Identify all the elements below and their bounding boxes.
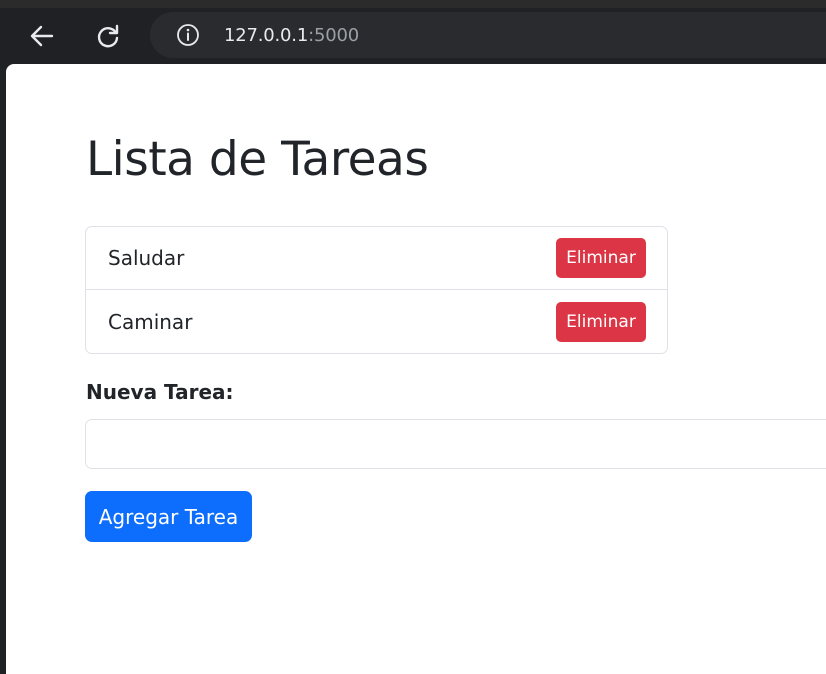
url-text: 127.0.0.1:5000 [224,25,359,46]
new-task-input[interactable] [85,419,826,469]
task-item: Saludar Eliminar [86,227,667,290]
back-button[interactable] [20,14,64,58]
info-icon[interactable] [176,23,200,47]
task-list: Saludar Eliminar Caminar Eliminar [85,226,668,354]
tab-strip [0,0,826,8]
url-port: :5000 [308,24,359,46]
task-text: Saludar [108,246,185,270]
address-bar[interactable]: 127.0.0.1:5000 [150,12,826,58]
url-host: 127.0.0.1 [224,24,309,46]
delete-button[interactable]: Eliminar [556,238,646,278]
task-text: Caminar [108,309,193,334]
delete-button[interactable]: Eliminar [556,301,646,342]
arrow-left-icon [30,25,54,47]
add-task-button[interactable]: Agregar Tarea [85,491,252,542]
page-content: Lista de Tareas Saludar Eliminar Caminar… [6,64,826,674]
reload-button[interactable] [86,14,130,58]
reload-icon [97,24,119,48]
page-title: Lista de Tareas [86,132,429,187]
browser-toolbar: 127.0.0.1:5000 [0,0,826,70]
task-item: Caminar Eliminar [86,290,667,353]
new-task-label: Nueva Tarea: [86,380,234,404]
